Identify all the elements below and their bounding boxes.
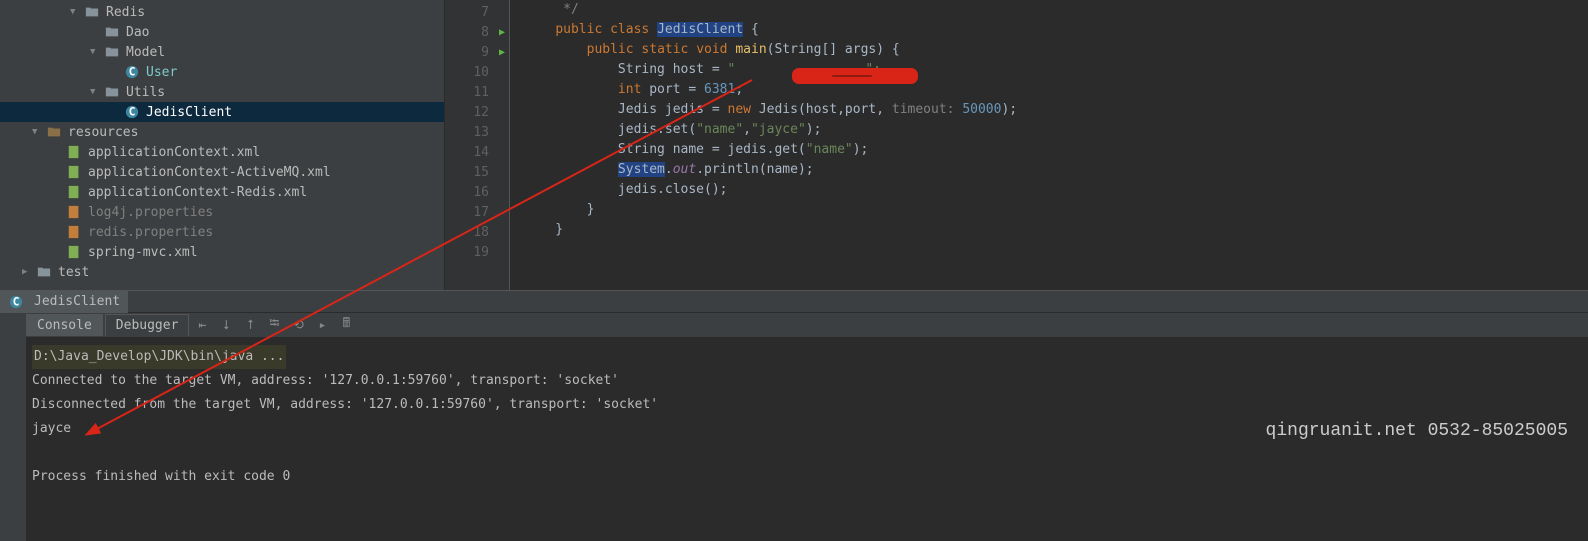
tree-label: log4j.properties	[88, 205, 213, 220]
tree-label: Utils	[126, 85, 165, 100]
watermark-text: qingruanit.net 0532-85025005	[1266, 421, 1568, 441]
tree-label: resources	[68, 125, 138, 140]
output-line: Connected to the target VM, address: '12…	[32, 369, 1582, 393]
svg-text:C: C	[13, 295, 20, 309]
line-number: 17	[473, 205, 489, 220]
tree-label: User	[146, 65, 177, 80]
run-tab-jedisclient[interactable]: C JedisClient	[0, 291, 128, 313]
class-icon: C	[8, 294, 24, 310]
tree-node-utils[interactable]: ▼Utils	[0, 82, 444, 102]
tab-debugger[interactable]: Debugger	[105, 314, 190, 336]
line-number: 14	[473, 145, 489, 160]
output-line: Process finished with exit code 0	[32, 465, 1582, 489]
evaluate-icon[interactable]: 🖩	[335, 314, 357, 336]
line-number: 11	[473, 85, 489, 100]
redaction-overlay	[792, 68, 918, 84]
line-number: 8	[481, 25, 489, 40]
tree-node-redis[interactable]: ▼Redis	[0, 2, 444, 22]
console-tabs: Console Debugger ⇤ ⭣ ⭡ ⭾ ⟲ ▸ 🖩	[26, 313, 1588, 337]
tree-label: JedisClient	[146, 105, 232, 120]
svg-text:C: C	[129, 65, 136, 79]
line-number: 9	[481, 45, 489, 60]
code-editor[interactable]: */ public class JedisClient { public sta…	[509, 0, 1588, 290]
run-to-cursor-icon[interactable]: ▸	[311, 314, 333, 336]
tree-label: applicationContext-ActiveMQ.xml	[88, 165, 331, 180]
line-number: 16	[473, 185, 489, 200]
line-number: 13	[473, 125, 489, 140]
tree-label: redis.properties	[88, 225, 213, 240]
tree-label: applicationContext-Redis.xml	[88, 185, 307, 200]
output-path: D:\Java_Develop\JDK\bin\java ...	[32, 345, 286, 369]
tree-label: applicationContext.xml	[88, 145, 260, 160]
tab-label: Console	[37, 318, 92, 333]
tree-node-appctxredis[interactable]: applicationContext-Redis.xml	[0, 182, 444, 202]
tree-label: spring-mvc.xml	[88, 245, 198, 260]
tree-node-appctxmq[interactable]: applicationContext-ActiveMQ.xml	[0, 162, 444, 182]
drop-frame-icon[interactable]: ⟲	[287, 314, 309, 336]
step-force-icon[interactable]: ⭾	[263, 314, 285, 336]
tree-node-model[interactable]: ▼Model	[0, 42, 444, 62]
run-tabstrip: C JedisClient	[0, 290, 1588, 313]
line-number: 15	[473, 165, 489, 180]
tree-label: test	[58, 265, 89, 280]
svg-text:C: C	[129, 105, 136, 119]
tree-node-springmvc[interactable]: spring-mvc.xml	[0, 242, 444, 262]
console-output[interactable]: D:\Java_Develop\JDK\bin\java ... Connect…	[26, 337, 1588, 497]
tab-label: Debugger	[116, 318, 179, 333]
step-out-icon[interactable]: ⭡	[239, 314, 261, 336]
project-tree[interactable]: ▼Redis Dao ▼Model C User ▼Utils C JedisCli…	[0, 0, 445, 290]
tree-label: Dao	[126, 25, 149, 40]
tree-node-log4j[interactable]: log4j.properties	[0, 202, 444, 222]
tree-label: Redis	[106, 5, 145, 20]
run-gutter-icon[interactable]: ▶	[499, 27, 505, 38]
line-number: 7	[481, 5, 489, 20]
tab-console[interactable]: Console	[26, 314, 103, 336]
line-number: 18	[473, 225, 489, 240]
line-number: 19	[473, 245, 489, 260]
line-number: 10	[473, 65, 489, 80]
tree-node-jedisclient[interactable]: C JedisClient	[0, 102, 444, 122]
code-line: */	[524, 2, 579, 17]
tree-node-resources[interactable]: ▼resources	[0, 122, 444, 142]
tree-node-redisprop[interactable]: redis.properties	[0, 222, 444, 242]
run-gutter-icon[interactable]: ▶	[499, 47, 505, 58]
tree-label: Model	[126, 45, 165, 60]
run-tab-label: JedisClient	[34, 294, 120, 309]
output-line: Disconnected from the target VM, address…	[32, 393, 1582, 417]
line-number: 12	[473, 105, 489, 120]
tree-node-test[interactable]: ▶test	[0, 262, 444, 282]
run-tool-gutter	[0, 313, 26, 541]
step-into-icon[interactable]: ⭣	[215, 314, 237, 336]
editor-gutter: 7 8 ▶ 9 ▶ 10 11 12 13 14 15 16 17 18 19	[445, 0, 509, 290]
step-over-icon[interactable]: ⇤	[191, 314, 213, 336]
tree-node-appctx[interactable]: applicationContext.xml	[0, 142, 444, 162]
tree-node-user[interactable]: C User	[0, 62, 444, 82]
tree-node-dao[interactable]: Dao	[0, 22, 444, 42]
